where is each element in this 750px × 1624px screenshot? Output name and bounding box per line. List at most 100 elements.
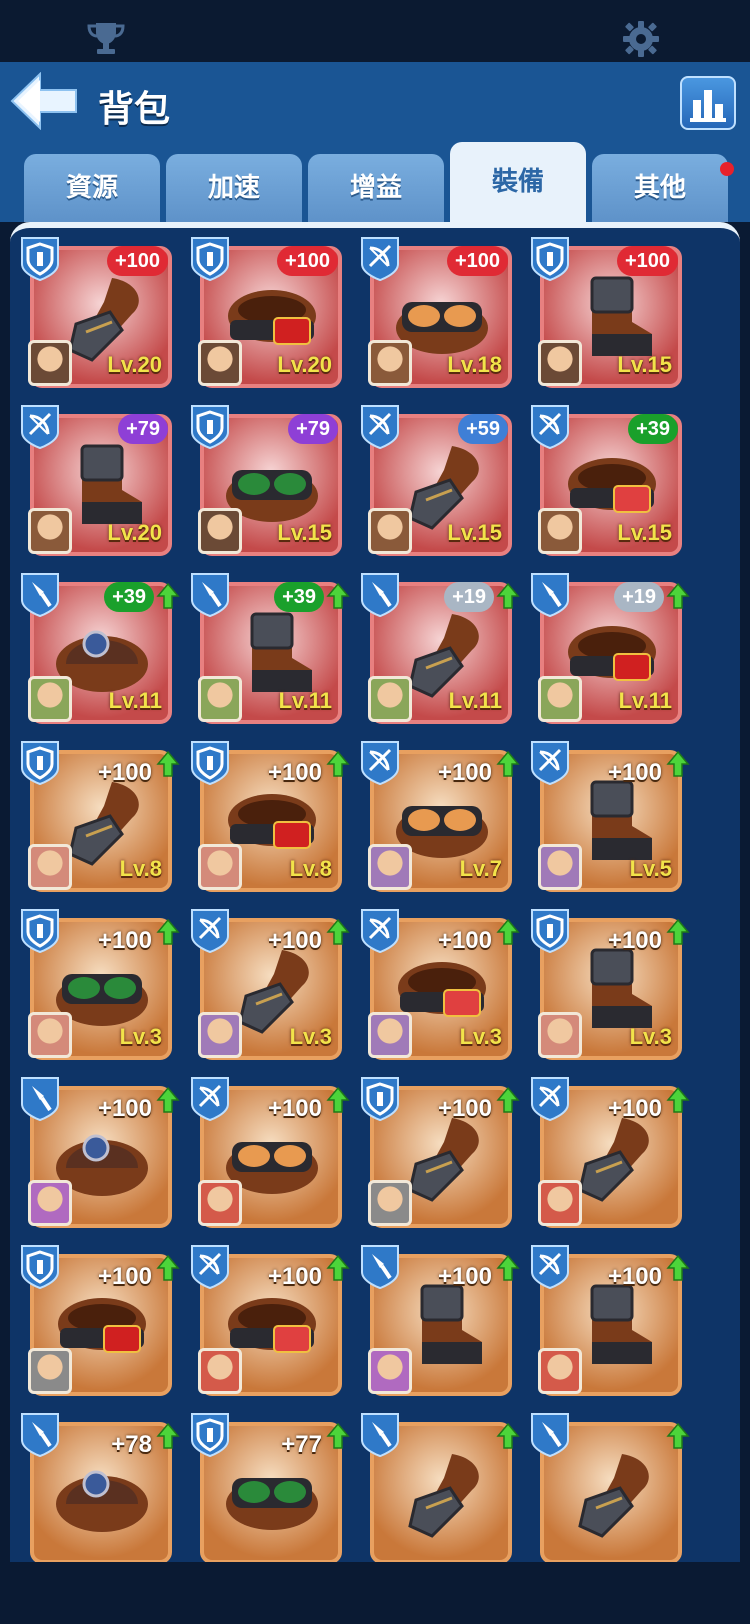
tab-equipment[interactable]: 裝備 (450, 142, 586, 222)
dagger-class-icon (358, 570, 402, 618)
bow-class-icon (18, 402, 62, 450)
equipment-item-card[interactable]: +100 Lv.3 (361, 909, 520, 1060)
dagger-class-icon (528, 1410, 572, 1458)
equipment-item-card[interactable]: +100 Lv.18 (361, 237, 512, 388)
hero-avatar (198, 1348, 242, 1394)
tab-other[interactable]: 其他 (592, 154, 734, 222)
page-title: 背包 (98, 89, 171, 130)
hero-avatar (538, 340, 582, 386)
power-bonus-badge: +39 (104, 582, 154, 612)
equipment-item-card[interactable] (531, 1413, 690, 1562)
equipment-item-card[interactable]: +19 Lv.11 (361, 573, 520, 724)
equipment-item-card[interactable]: +100 (191, 1077, 350, 1228)
upgrade-arrow-icon (666, 750, 690, 778)
power-bonus-badge: +77 (281, 1431, 322, 1458)
bar-chart-icon (690, 90, 726, 122)
item-level-label: Lv.8 (289, 856, 332, 881)
shield-class-icon (528, 906, 572, 954)
trophy-icon[interactable] (86, 20, 126, 56)
hero-avatar (538, 844, 582, 890)
power-bonus-badge: +100 (437, 1095, 492, 1122)
equipment-item-card[interactable]: +19 Lv.11 (531, 573, 690, 724)
tab-label: 加速 (207, 173, 260, 203)
hero-avatar (368, 340, 412, 386)
shield-class-icon (18, 906, 62, 954)
upgrade-arrow-icon (666, 1422, 690, 1450)
item-level-label: Lv.18 (447, 352, 502, 377)
bow-class-icon (358, 234, 402, 282)
equipment-item-card[interactable]: +100 Lv.15 (531, 237, 682, 388)
dagger-class-icon (528, 570, 572, 618)
equipment-item-card[interactable]: +77 (191, 1413, 350, 1562)
dagger-class-icon (358, 1242, 402, 1290)
hero-avatar (198, 1180, 242, 1226)
equipment-item-card[interactable]: +78 (21, 1413, 180, 1562)
category-tabs: 資源 加速 增益 裝備 其他 (0, 142, 750, 222)
upgrade-arrow-icon (326, 582, 350, 610)
upgrade-arrow-icon (666, 1086, 690, 1114)
upgrade-arrow-icon (496, 582, 520, 610)
gauntlet-icon (392, 1448, 492, 1540)
power-bonus-badge: +39 (628, 414, 678, 444)
equipment-item-card[interactable]: +79 Lv.15 (191, 405, 342, 556)
upgrade-arrow-icon (326, 1086, 350, 1114)
upgrade-arrow-icon (496, 750, 520, 778)
hero-avatar (368, 1180, 412, 1226)
stats-button[interactable] (680, 76, 736, 130)
bow-class-icon (188, 1242, 232, 1290)
hero-avatar (368, 676, 412, 722)
item-level-label: Lv.15 (617, 352, 672, 377)
equipment-item-card[interactable]: +39 Lv.15 (531, 405, 682, 556)
power-bonus-badge: +100 (106, 246, 168, 276)
equipment-item-card[interactable]: +100 Lv.5 (531, 741, 690, 892)
equipment-item-card[interactable] (361, 1413, 520, 1562)
equipment-item-card[interactable]: +100 (531, 1245, 690, 1396)
equipment-item-card[interactable]: +39 Lv.11 (191, 573, 350, 724)
upgrade-arrow-icon (666, 582, 690, 610)
power-bonus-badge: +100 (437, 1263, 492, 1290)
item-level-label: Lv.15 (617, 520, 672, 545)
equipment-item-card[interactable]: +100 Lv.8 (191, 741, 350, 892)
equipment-item-card[interactable]: +100 Lv.3 (531, 909, 690, 1060)
bow-class-icon (528, 1074, 572, 1122)
equipment-item-card[interactable]: +100 (531, 1077, 690, 1228)
notification-dot (720, 162, 734, 176)
equipment-item-card[interactable]: +100 Lv.3 (191, 909, 350, 1060)
item-level-label: Lv.11 (618, 688, 672, 713)
equipment-item-card[interactable]: +100 Lv.3 (21, 909, 180, 1060)
tab-resources[interactable]: 資源 (24, 154, 160, 222)
power-bonus-badge: +100 (267, 927, 322, 954)
equipment-item-card[interactable]: +100 (21, 1077, 180, 1228)
equipment-item-card[interactable]: +100 (21, 1245, 180, 1396)
shield-class-icon (358, 1074, 402, 1122)
equipment-item-card[interactable]: +100 (191, 1245, 350, 1396)
shield-class-icon (18, 738, 62, 786)
equipment-item-card[interactable]: +100 Lv.8 (21, 741, 180, 892)
equipment-item-card[interactable]: +79 Lv.20 (21, 405, 172, 556)
item-level-label: Lv.20 (107, 520, 162, 545)
hero-avatar (198, 508, 242, 554)
back-arrow-icon[interactable] (10, 72, 80, 130)
tab-label: 增益 (349, 173, 402, 203)
power-bonus-badge: +100 (97, 1095, 152, 1122)
equipment-item-card[interactable]: +100 (361, 1245, 520, 1396)
upgrade-arrow-icon (496, 1422, 520, 1450)
equipment-item-card[interactable]: +100 (361, 1077, 520, 1228)
hero-avatar (28, 676, 72, 722)
equipment-item-card[interactable]: +100 Lv.20 (21, 237, 172, 388)
tab-speedups[interactable]: 加速 (166, 154, 302, 222)
upgrade-arrow-icon (496, 1086, 520, 1114)
tab-boosts[interactable]: 增益 (308, 154, 444, 222)
equipment-item-card[interactable]: +39 Lv.11 (21, 573, 180, 724)
power-bonus-badge: +100 (97, 1263, 152, 1290)
power-bonus-badge: +100 (607, 1095, 662, 1122)
upgrade-arrow-icon (156, 1086, 180, 1114)
power-bonus-badge: +78 (111, 1431, 152, 1458)
equipment-item-card[interactable]: +100 Lv.20 (191, 237, 342, 388)
settings-gear-icon[interactable] (622, 20, 660, 58)
bow-class-icon (358, 402, 402, 450)
item-level-label: Lv.15 (447, 520, 502, 545)
equipment-item-card[interactable]: +100 Lv.7 (361, 741, 520, 892)
power-bonus-badge: +59 (458, 414, 508, 444)
equipment-item-card[interactable]: +59 Lv.15 (361, 405, 512, 556)
